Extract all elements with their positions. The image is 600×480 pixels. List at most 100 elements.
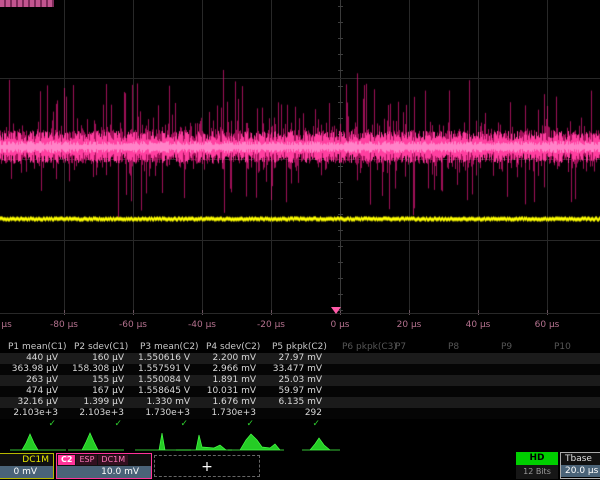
measure-cell: 292 xyxy=(264,408,330,419)
measure-header-p7[interactable]: P7 xyxy=(383,341,436,353)
measure-cell xyxy=(595,375,600,386)
measure-cell xyxy=(330,375,383,386)
measure-header-p1[interactable]: P1 mean(C1) xyxy=(0,341,66,353)
measure-cell xyxy=(542,353,595,364)
measure-header-p3[interactable]: P3 mean(C2) xyxy=(132,341,198,353)
add-channel-button[interactable]: + xyxy=(154,455,260,477)
measure-cell xyxy=(489,397,542,408)
measure-cell xyxy=(595,353,600,364)
measure-cell xyxy=(436,408,489,419)
measure-header-p2[interactable]: P2 sdev(C1) xyxy=(66,341,132,353)
measure-cell xyxy=(489,375,542,386)
measure-cell: 27.97 mV xyxy=(264,353,330,364)
c2-coupling-label: DC1M xyxy=(98,455,128,465)
measure-cell xyxy=(542,397,595,408)
measure-cell xyxy=(383,375,436,386)
measure-cell xyxy=(330,364,383,375)
measure-cell: 474 µV xyxy=(0,386,66,397)
measure-cell: 167 µV xyxy=(66,386,132,397)
time-axis-label: -100 µs xyxy=(0,320,12,330)
timebase-value: 20.0 µs xyxy=(561,465,600,477)
time-axis-label: -80 µs xyxy=(50,320,78,330)
measure-cell: 2.103e+3 xyxy=(66,408,132,419)
measure-header-p4[interactable]: P4 sdev(C2) xyxy=(198,341,264,353)
hd-mode-badge[interactable]: HD xyxy=(516,452,558,465)
measure-cell xyxy=(542,408,595,419)
channel-c2-descriptor[interactable]: C2ESPDC1M 10.0 mV xyxy=(56,453,152,479)
histicon-p4[interactable] xyxy=(174,431,234,452)
measure-cell: 10.031 mV xyxy=(198,386,264,397)
measure-cell: 1.676 mV xyxy=(198,397,264,408)
measure-cell xyxy=(489,353,542,364)
measure-cell: 2.200 mV xyxy=(198,353,264,364)
measure-status-check-icon: ✓ xyxy=(0,419,66,430)
measure-status-check-icon: ✓ xyxy=(264,419,330,430)
c1-coupling-label: DC1M xyxy=(0,454,53,466)
measure-cell xyxy=(330,397,383,408)
measure-cell: 1.891 mV xyxy=(198,375,264,386)
measure-cell xyxy=(489,364,542,375)
measure-status-check-icon: ✓ xyxy=(132,419,198,430)
measure-header-p8[interactable]: P8 xyxy=(436,341,489,353)
measure-cell: 32.16 µV xyxy=(0,397,66,408)
histicon-p2[interactable] xyxy=(66,431,126,452)
oscilloscope-screen: -100 µs -80 µs -60 µs -40 µs -20 µs 0 µs 20 µs… xyxy=(0,0,600,480)
measure-status-check-icon: ✓ xyxy=(66,419,132,430)
time-axis-label: -60 µs xyxy=(119,320,147,330)
measure-cell xyxy=(489,386,542,397)
measure-cell: 2.103e+3 xyxy=(0,408,66,419)
measure-header-p5[interactable]: P5 pkpk(C2) xyxy=(264,341,330,353)
measure-header-p10[interactable]: P10 xyxy=(542,341,595,353)
measure-cell: 440 µV xyxy=(0,353,66,364)
measure-cell: 33.477 mV xyxy=(264,364,330,375)
trigger-position-icon[interactable] xyxy=(331,307,341,314)
measure-cell xyxy=(383,353,436,364)
measure-cell: 1.399 µV xyxy=(66,397,132,408)
measure-cell: 155 µV xyxy=(66,375,132,386)
measure-cell xyxy=(542,386,595,397)
measure-header-p6[interactable]: P6 pkpk(C3) xyxy=(330,341,383,353)
time-axis-label: -40 µs xyxy=(188,320,216,330)
c1-volts-per-div: 0 mV xyxy=(0,466,53,478)
measure-cell: 158.308 µV xyxy=(66,364,132,375)
measure-header-p9[interactable]: P9 xyxy=(489,341,542,353)
measure-cell xyxy=(595,408,600,419)
measure-cell xyxy=(330,353,383,364)
waveform-display[interactable] xyxy=(0,0,600,315)
measure-cell xyxy=(383,364,436,375)
histicon-row xyxy=(0,431,600,452)
measure-cell: 1.730e+3 xyxy=(132,408,198,419)
measure-cell xyxy=(383,408,436,419)
measure-cell: 1.558645 V xyxy=(132,386,198,397)
histicon-p5[interactable] xyxy=(226,431,286,452)
measure-cell: 25.03 mV xyxy=(264,375,330,386)
time-axis-label: 20 µs xyxy=(397,320,422,330)
measurement-table: P1 mean(C1)P2 sdev(C1)P3 mean(C2)P4 sdev… xyxy=(0,341,600,431)
timebase-descriptor[interactable]: Tbase 20.0 µs xyxy=(560,452,600,479)
measure-cell xyxy=(383,397,436,408)
hd-bits-label: 12 Bits xyxy=(516,465,558,479)
measure-header-p11[interactable]: P11 xyxy=(595,341,600,353)
time-axis-label: 40 µs xyxy=(466,320,491,330)
c2-volts-per-div: 10.0 mV xyxy=(57,466,151,478)
time-axis-label: -20 µs xyxy=(257,320,285,330)
measure-cell xyxy=(330,386,383,397)
measure-cell: 59.97 mV xyxy=(264,386,330,397)
measure-cell xyxy=(383,386,436,397)
measure-cell xyxy=(595,397,600,408)
measure-cell: 2.966 mV xyxy=(198,364,264,375)
time-axis-label: 0 µs xyxy=(330,320,349,330)
histicon-p1[interactable] xyxy=(8,431,68,452)
time-axis: -100 µs -80 µs -60 µs -40 µs -20 µs 0 µs 20 µs… xyxy=(0,315,600,341)
channel-c1-descriptor[interactable]: DC1M 0 mV xyxy=(0,453,54,479)
measure-cell: 363.98 µV xyxy=(0,364,66,375)
measure-cell: 1.550616 V xyxy=(132,353,198,364)
measure-cell xyxy=(595,364,600,375)
histicon-p6-partial[interactable] xyxy=(300,431,360,452)
measure-cell xyxy=(436,353,489,364)
c2-channel-badge: C2 xyxy=(58,455,75,465)
measure-cell: 263 µV xyxy=(0,375,66,386)
bottom-bar: DC1M 0 mV C2ESPDC1M 10.0 mV + HD 12 Bits… xyxy=(0,452,600,480)
measure-cell xyxy=(489,408,542,419)
measure-cell xyxy=(436,386,489,397)
